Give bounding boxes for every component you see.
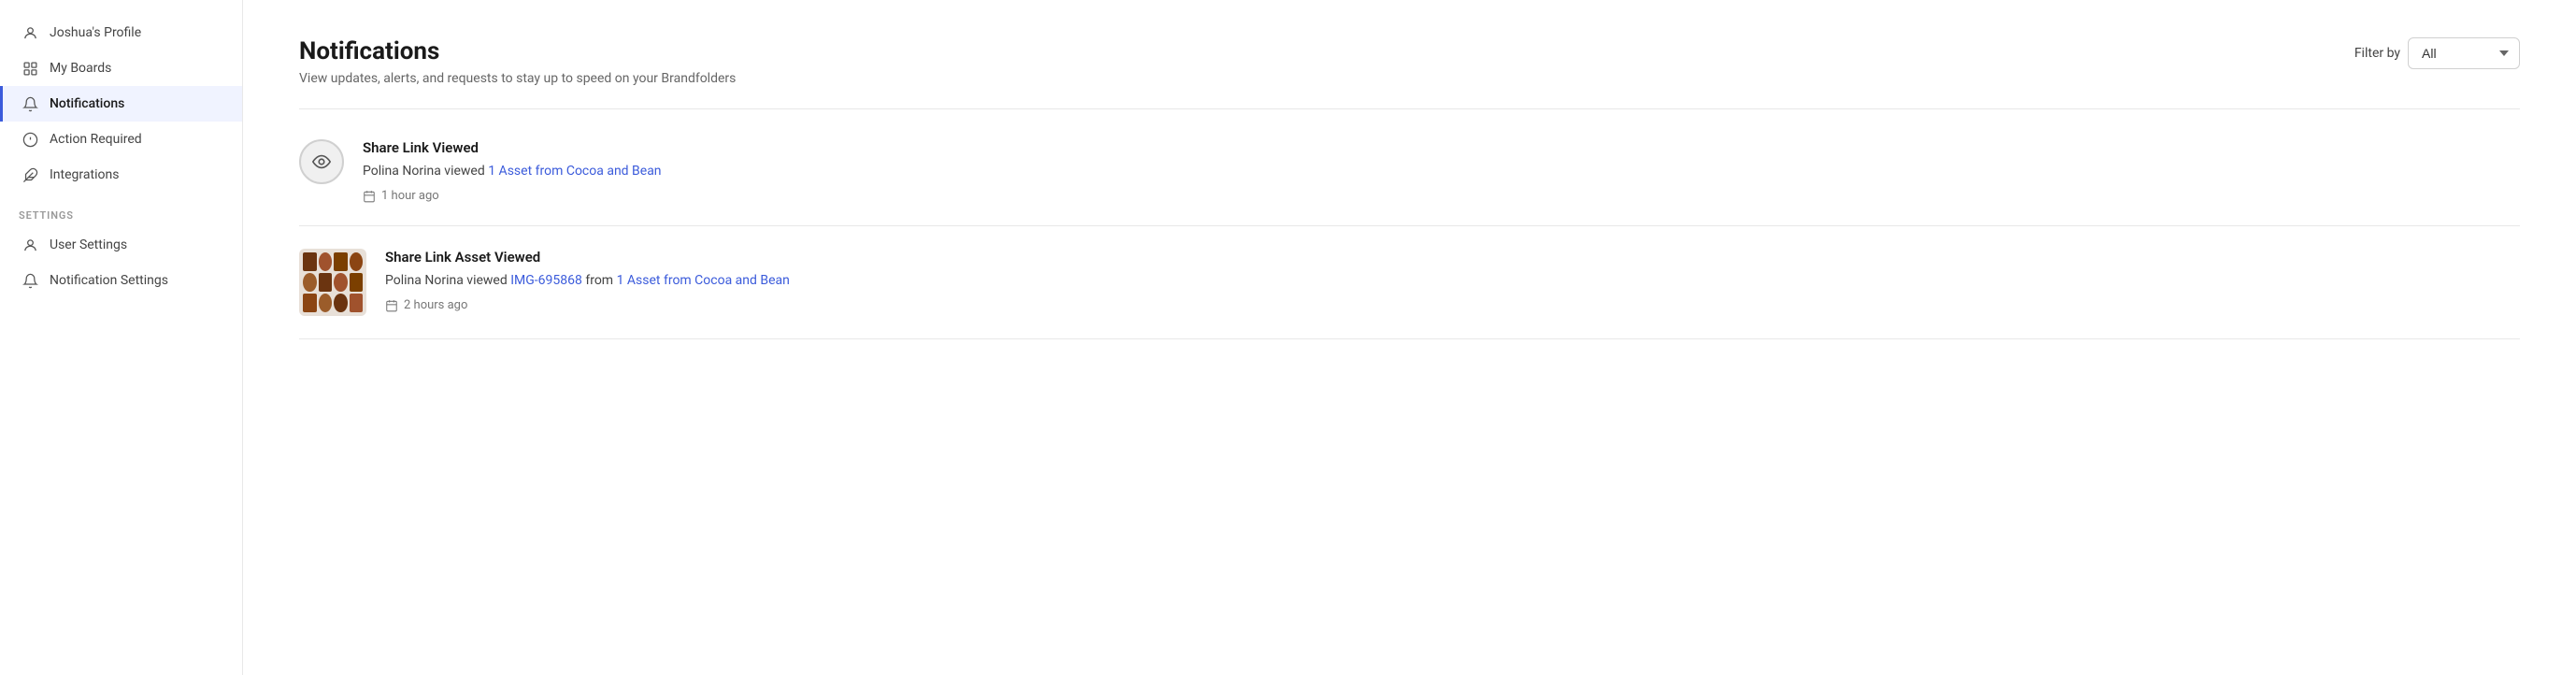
choco-10 — [319, 294, 333, 312]
choco-3 — [334, 252, 348, 271]
sidebar-my-boards-label: My Boards — [50, 61, 111, 76]
sidebar-item-user-settings[interactable]: User Settings — [0, 227, 242, 263]
header-divider — [299, 108, 2520, 109]
sidebar-integrations-label: Integrations — [50, 167, 119, 182]
calendar-icon-1 — [363, 190, 376, 203]
sidebar-item-action-required[interactable]: Action Required — [0, 122, 242, 157]
notification-time-2: 2 hours ago — [385, 298, 2520, 312]
choco-1 — [303, 252, 317, 271]
main-content: Notifications View updates, alerts, and … — [243, 0, 2576, 675]
sidebar-item-profile[interactable]: Joshua's Profile — [0, 15, 242, 50]
notification-body-2: Share Link Asset Viewed Polina Norina vi… — [385, 249, 2520, 312]
notification-body-1: Share Link Viewed Polina Norina viewed 1… — [363, 139, 2520, 203]
page-subtitle: View updates, alerts, and requests to st… — [299, 71, 736, 86]
choco-5 — [303, 273, 317, 292]
notification-title-2: Share Link Asset Viewed — [385, 249, 2520, 266]
notif1-text-before: Polina Norina viewed — [363, 164, 488, 179]
settings-section-label: SETTINGS — [0, 193, 242, 227]
sidebar-item-integrations[interactable]: Integrations — [0, 157, 242, 193]
page-header-text: Notifications View updates, alerts, and … — [299, 37, 736, 86]
notification-text-2: Polina Norina viewed IMG-695868 from 1 A… — [385, 271, 2520, 291]
puzzle-icon — [21, 166, 38, 183]
sidebar-item-notifications[interactable]: Notifications — [0, 86, 242, 122]
sidebar-user-settings-label: User Settings — [50, 237, 127, 252]
notif1-time: 1 hour ago — [381, 189, 439, 203]
sidebar-action-required-label: Action Required — [50, 132, 142, 147]
alert-circle-icon — [21, 131, 38, 148]
notif1-link[interactable]: 1 Asset from Cocoa and Bean — [488, 164, 661, 179]
notif2-text-before: Polina Norina viewed — [385, 273, 510, 288]
filter-container: Filter by All Share Link Asset Comment T… — [2354, 37, 2520, 69]
notif2-link2[interactable]: 1 Asset from Cocoa and Bean — [617, 273, 790, 288]
notification-thumbnail-2 — [299, 249, 366, 316]
choco-thumbnail — [299, 249, 366, 316]
choco-9 — [303, 294, 317, 312]
notif2-link1[interactable]: IMG-695868 — [510, 273, 582, 288]
notification-icon-eye — [299, 139, 344, 184]
filter-label: Filter by — [2354, 46, 2400, 61]
choco-7 — [334, 273, 348, 292]
sidebar-profile-label: Joshua's Profile — [50, 25, 141, 40]
sidebar: Joshua's Profile My Boards Notifications… — [0, 0, 243, 675]
bell-icon — [21, 95, 38, 112]
filter-select-wrapper: All Share Link Asset Comment Task — [2408, 37, 2520, 69]
choco-8 — [350, 273, 364, 292]
notification-item-1: Share Link Viewed Polina Norina viewed 1… — [299, 117, 2520, 226]
sidebar-item-notification-settings[interactable]: Notification Settings — [0, 263, 242, 298]
choco-2 — [319, 252, 333, 271]
notification-item-2: Share Link Asset Viewed Polina Norina vi… — [299, 226, 2520, 339]
notif2-text-middle: from — [582, 273, 617, 288]
notification-text-1: Polina Norina viewed 1 Asset from Cocoa … — [363, 162, 2520, 181]
choco-12 — [350, 294, 364, 312]
board-icon — [21, 60, 38, 77]
sidebar-notifications-label: Notifications — [50, 96, 124, 111]
choco-6 — [319, 273, 333, 292]
notif2-time: 2 hours ago — [404, 298, 467, 312]
choco-11 — [334, 294, 348, 312]
page-title: Notifications — [299, 37, 736, 65]
choco-4 — [350, 252, 364, 271]
user-settings-icon — [21, 237, 38, 253]
profile-icon — [21, 24, 38, 41]
bell-settings-icon — [21, 272, 38, 289]
page-header: Notifications View updates, alerts, and … — [299, 37, 2520, 86]
notification-time-1: 1 hour ago — [363, 189, 2520, 203]
filter-select[interactable]: All Share Link Asset Comment Task — [2408, 37, 2520, 69]
sidebar-item-my-boards[interactable]: My Boards — [0, 50, 242, 86]
sidebar-notification-settings-label: Notification Settings — [50, 273, 168, 288]
notification-list: Share Link Viewed Polina Norina viewed 1… — [299, 117, 2520, 339]
notification-title-1: Share Link Viewed — [363, 139, 2520, 156]
calendar-icon-2 — [385, 299, 398, 312]
